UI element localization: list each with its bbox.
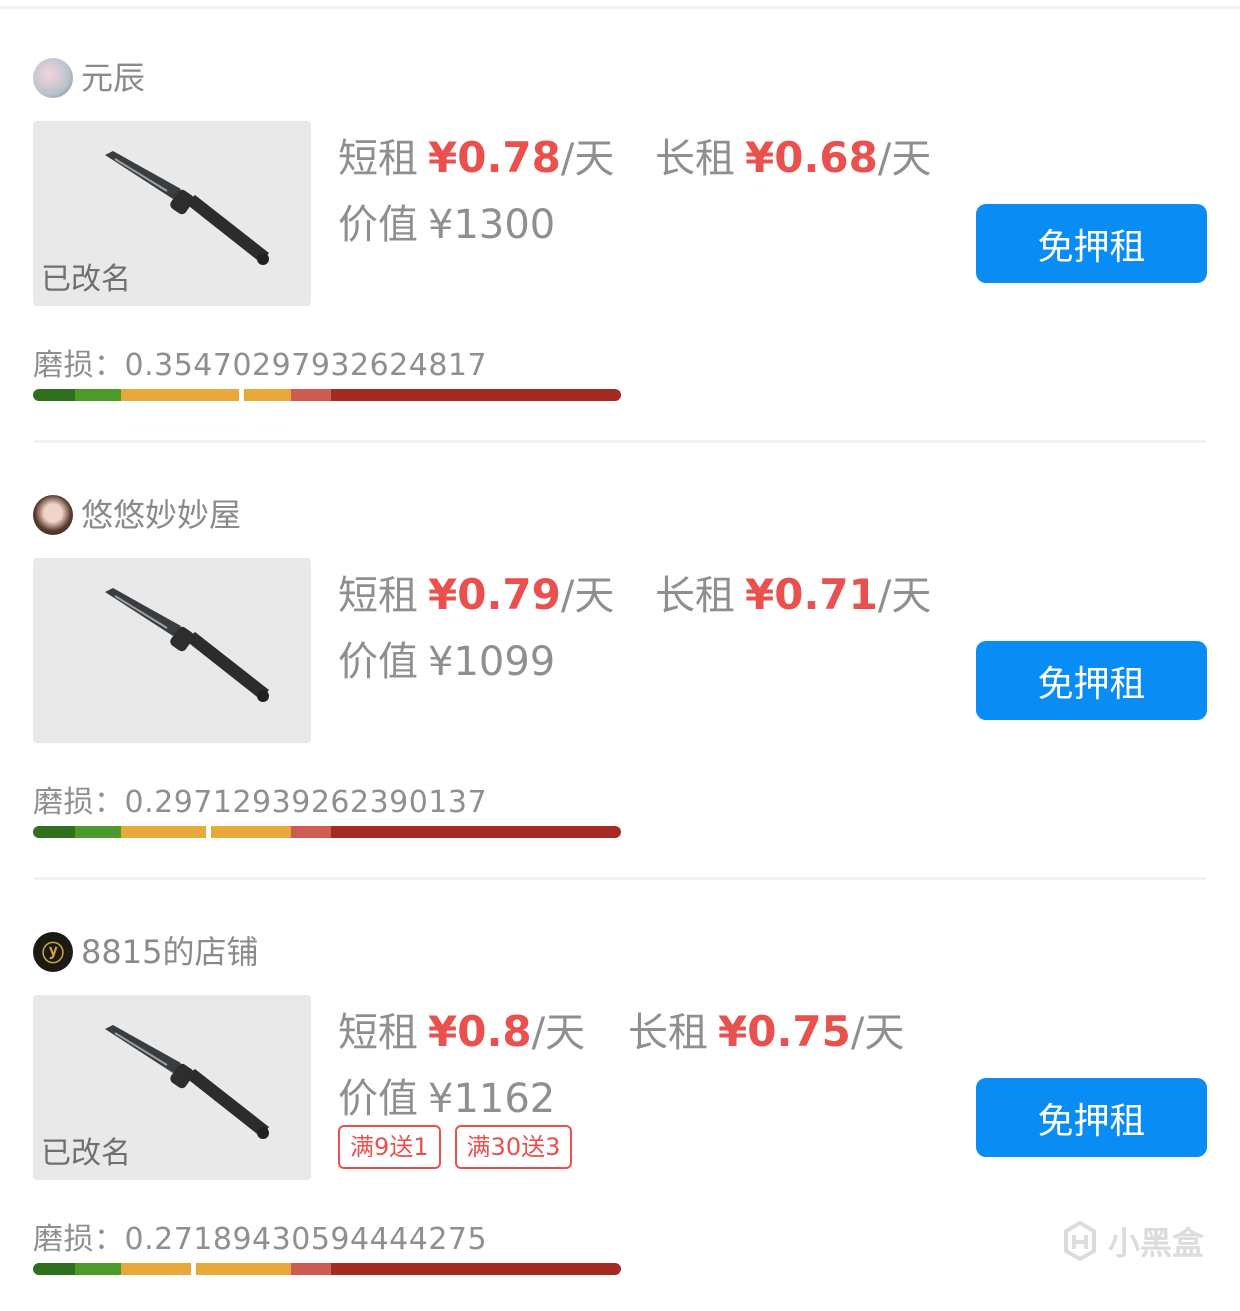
short-rent-label: 短租 [338, 1010, 418, 1056]
wear-number: 0.35470297932624817 [124, 348, 488, 383]
long-rent-label: 长租 [655, 573, 735, 619]
wear-marker [206, 826, 211, 838]
short-rent-price: 短租 ¥0.79 /天 [338, 563, 614, 619]
seller-avatar [33, 495, 73, 535]
wear-bar [33, 389, 621, 401]
wear-value: 磨损：0.27189430594444275 [33, 1214, 487, 1258]
item-thumbnail[interactable]: 已改名 [33, 121, 311, 306]
wear-number: 0.27189430594444275 [124, 1222, 488, 1257]
wear-marker [239, 389, 244, 401]
seller-info[interactable]: 元辰 [33, 56, 145, 100]
per-day-unit: /天 [560, 573, 615, 619]
long-rent-label: 长租 [655, 136, 735, 182]
wear-bar [33, 826, 621, 838]
short-rent-amount: ¥0.8 [428, 1007, 532, 1056]
logo-icon: ⓨ [41, 942, 64, 967]
seller-avatar [33, 58, 73, 98]
value-label: 价值 [338, 1076, 418, 1122]
long-rent-price: 长租 ¥0.75 /天 [628, 1000, 904, 1056]
knife-icon [105, 588, 269, 702]
wear-number: 0.29712939262390137 [124, 785, 488, 820]
seller-info[interactable]: ⓨ 8815的店铺 [33, 930, 258, 974]
item-value: 价值 ¥1300 [338, 192, 555, 250]
watermark: 小黑盒 [1060, 1218, 1204, 1264]
heybox-logo-icon [1063, 1221, 1096, 1261]
seller-info[interactable]: 悠悠妙妙屋 [33, 493, 241, 537]
wear-value: 磨损：0.35470297932624817 [33, 340, 487, 384]
promo-tags: 满9送1 满30送3 [338, 1125, 573, 1169]
wear-label: 磨损： [33, 1222, 125, 1257]
value-amount: ¥1300 [428, 202, 556, 248]
per-day-unit: /天 [877, 573, 932, 619]
long-rent-amount: ¥0.68 [745, 133, 878, 182]
knife-icon [105, 151, 269, 265]
long-rent-amount: ¥0.75 [718, 1007, 851, 1056]
value-amount: ¥1099 [428, 639, 556, 685]
wear-value: 磨损：0.29712939262390137 [33, 777, 487, 821]
deposit-free-rent-button[interactable]: 免押租 [976, 1078, 1207, 1157]
promo-tag: 满30送3 [454, 1125, 573, 1169]
deposit-free-rent-button[interactable]: 免押租 [976, 641, 1207, 720]
long-rent-price: 长租 ¥0.71 /天 [655, 563, 931, 619]
knife-icon [105, 1025, 269, 1139]
seller-name: 悠悠妙妙屋 [81, 496, 242, 534]
short-rent-label: 短租 [338, 136, 418, 182]
wear-bar [33, 1263, 621, 1275]
wear-label: 磨损： [33, 785, 125, 820]
per-day-unit: /天 [877, 136, 932, 182]
value-amount: ¥1162 [428, 1076, 556, 1122]
renamed-tag: 已改名 [41, 1136, 131, 1171]
seller-avatar: ⓨ [33, 932, 73, 972]
long-rent-amount: ¥0.71 [745, 570, 878, 619]
item-thumbnail[interactable]: 已改名 [33, 995, 311, 1180]
listing-card[interactable]: ⓨ 8815的店铺 已改名 短租 ¥0.8 /天 长租 ¥0.75 /天 价值 ¥… [0, 874, 1240, 1311]
item-value: 价值 ¥1099 [338, 629, 555, 687]
short-rent-price: 短租 ¥0.8 /天 [338, 1000, 585, 1056]
short-rent-amount: ¥0.78 [428, 133, 561, 182]
seller-name: 8815的店铺 [81, 933, 259, 971]
per-day-unit: /天 [850, 1010, 905, 1056]
watermark-text: 小黑盒 [1107, 1224, 1204, 1262]
long-rent-price: 长租 ¥0.68 /天 [655, 126, 931, 182]
per-day-unit: /天 [560, 136, 615, 182]
short-rent-amount: ¥0.79 [428, 570, 561, 619]
short-rent-price: 短租 ¥0.78 /天 [338, 126, 614, 182]
listing-card[interactable]: 悠悠妙妙屋 短租 ¥0.79 /天 长租 ¥0.71 /天 价值 ¥1099 免押… [0, 437, 1240, 880]
item-value: 价值 ¥1162 [338, 1066, 555, 1124]
value-label: 价值 [338, 202, 418, 248]
value-label: 价值 [338, 639, 418, 685]
short-rent-label: 短租 [338, 573, 418, 619]
item-thumbnail[interactable] [33, 558, 311, 743]
per-day-unit: /天 [531, 1010, 586, 1056]
renamed-tag: 已改名 [41, 262, 131, 297]
wear-marker [191, 1263, 196, 1275]
promo-tag: 满9送1 [338, 1125, 441, 1169]
long-rent-label: 长租 [628, 1010, 708, 1056]
deposit-free-rent-button[interactable]: 免押租 [976, 204, 1207, 283]
listing-card[interactable]: 元辰 已改名 短租 ¥0.78 /天 长租 ¥0.68 /天 价值 ¥1300 免… [0, 0, 1240, 443]
seller-name: 元辰 [81, 59, 146, 97]
wear-label: 磨损： [33, 348, 125, 383]
